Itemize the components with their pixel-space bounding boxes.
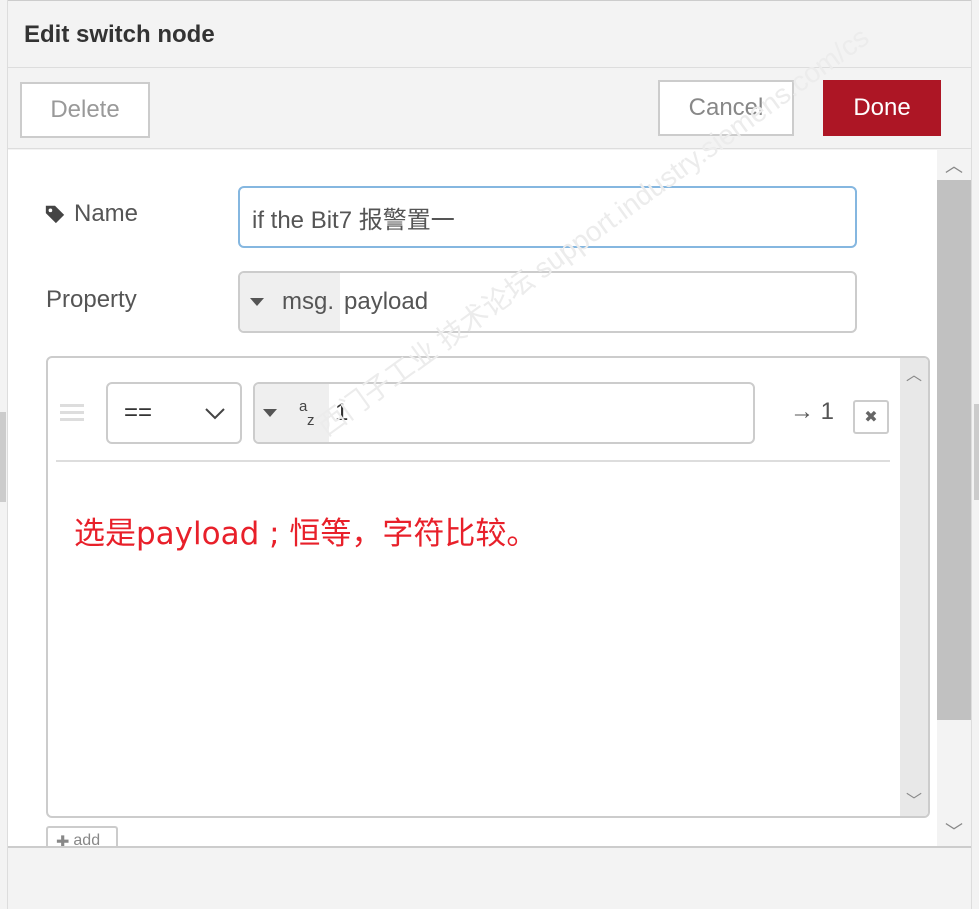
scroll-up-icon[interactable]: ︿ [937, 152, 971, 178]
rule-operator-value: == [124, 399, 153, 426]
name-input-value: if the Bit7 报警置一 [252, 206, 455, 234]
property-typed-input[interactable]: msg. payload [238, 271, 857, 333]
az-string-icon: az [299, 398, 315, 429]
rule-divider [56, 460, 890, 462]
caret-down-icon [250, 298, 264, 306]
dialog-title: Edit switch node [24, 21, 215, 48]
scroll-down-icon[interactable]: ﹀ [900, 786, 928, 812]
caret-down-icon [263, 409, 277, 417]
right-edge [971, 0, 979, 909]
property-label: Property [46, 286, 137, 313]
dialog-content: Name if the Bit7 报警置一 Property msg. payl… [8, 21, 937, 850]
content-scrollbar[interactable]: ︿ ﹀ [937, 150, 971, 846]
name-input[interactable]: if the Bit7 报警置一 [238, 186, 857, 248]
drag-handle-icon[interactable] [60, 404, 84, 424]
property-type-select[interactable]: msg. [240, 273, 340, 331]
property-value-input[interactable]: payload [344, 273, 428, 331]
tag-icon [45, 205, 65, 224]
rules-container: == az 1 → 1 ✖ 选是payload ; 恒等，字符比较。 ︿ ﹀ [46, 356, 930, 818]
delete-button[interactable]: Delete [20, 82, 150, 138]
dialog-toolbar: Delete Cancel Done [8, 69, 971, 149]
chevron-down-icon [205, 408, 225, 420]
annotation-text: 选是payload ; 恒等，字符比较。 [74, 516, 538, 552]
dialog-header: Edit switch node [8, 0, 971, 68]
scrollbar-thumb[interactable] [937, 180, 971, 720]
rule-value-input[interactable]: 1 [335, 384, 348, 442]
done-button[interactable]: Done [823, 80, 941, 136]
remove-rule-button[interactable]: ✖ [853, 400, 889, 434]
rule-operator-select[interactable]: == [106, 382, 242, 444]
rules-scrollbar[interactable]: ︿ ﹀ [900, 358, 928, 816]
right-resize-handle[interactable] [974, 404, 979, 500]
name-label-row: Name [44, 200, 138, 228]
left-edge [0, 0, 8, 909]
close-icon: ✖ [864, 409, 878, 426]
dialog-footer [8, 846, 971, 909]
scroll-down-icon[interactable]: ﹀ [937, 818, 971, 844]
property-type-label: msg. [282, 288, 335, 315]
rule-value-typed-input[interactable]: az 1 [253, 382, 755, 444]
name-label: Name [74, 200, 139, 227]
left-resize-handle[interactable] [0, 412, 6, 502]
rule-output-label: → 1 [790, 398, 835, 425]
cancel-button[interactable]: Cancel [658, 80, 794, 136]
scroll-up-icon[interactable]: ︿ [900, 360, 928, 386]
